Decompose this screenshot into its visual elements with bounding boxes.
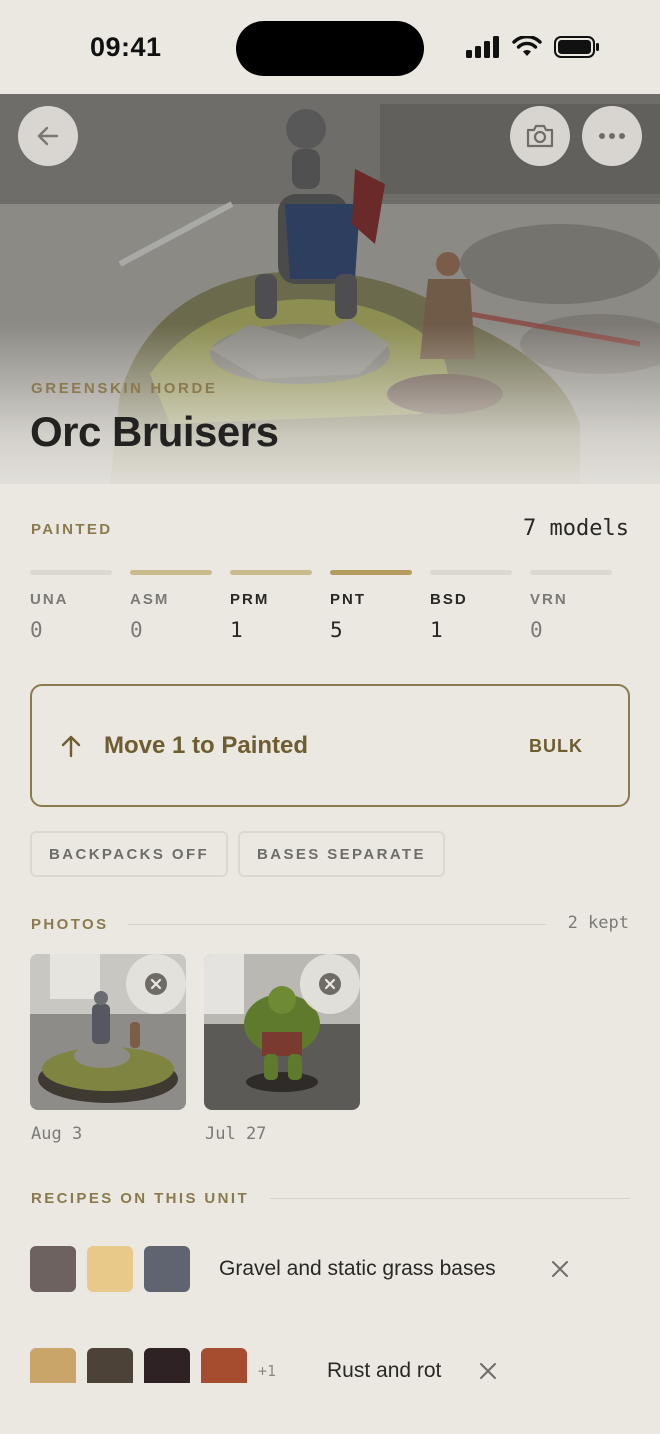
- dynamic-island: [236, 21, 424, 76]
- paint-swatch: [30, 1348, 76, 1383]
- stage-count: 0: [530, 618, 543, 642]
- stage-code: VRN: [530, 591, 568, 608]
- recipes-label: RECIPES ON THIS UNIT: [31, 1190, 250, 1207]
- camera-icon: [526, 124, 554, 148]
- stage-asm[interactable]: ASM 0: [130, 570, 212, 642]
- more-swatches-count: +1: [258, 1362, 277, 1380]
- stage-count: 1: [230, 618, 243, 642]
- remove-recipe-icon[interactable]: [551, 1260, 569, 1278]
- divider: [270, 1198, 630, 1199]
- paint-swatch: [87, 1348, 133, 1383]
- back-button[interactable]: [18, 106, 78, 166]
- paint-swatch: [30, 1246, 76, 1292]
- hero-gradient: [0, 324, 660, 484]
- photo-date: Jul 27: [205, 1124, 267, 1144]
- unit-hero-image: GREENSKIN HORDE Orc Bruisers: [0, 94, 660, 484]
- close-circle-icon: [145, 973, 167, 995]
- stage-bsd[interactable]: BSD 1: [430, 570, 512, 642]
- move-stage-button[interactable]: Move 1 to Painted BULK: [30, 684, 630, 807]
- stage-code: UNA: [30, 591, 69, 608]
- paint-swatch: [87, 1246, 133, 1292]
- stage-bar: [430, 570, 512, 575]
- stage-count: 1: [430, 618, 443, 642]
- status-bar: 09:41: [0, 0, 660, 94]
- paint-swatch: [144, 1246, 190, 1292]
- stage-prm[interactable]: PRM 1: [230, 570, 312, 642]
- recipe-name[interactable]: Gravel and static grass bases: [219, 1257, 496, 1281]
- stage-code: PNT: [330, 591, 366, 608]
- wifi-icon: [512, 36, 542, 56]
- tag-backpacks-off[interactable]: BACKPACKS OFF: [30, 831, 229, 877]
- stage-bar: [330, 570, 412, 575]
- stage-bar: [530, 570, 612, 575]
- stage-code: BSD: [430, 591, 468, 608]
- photos-label: PHOTOS: [31, 916, 109, 933]
- remove-photo-button[interactable]: [300, 954, 360, 1014]
- stage-bar: [30, 570, 112, 575]
- more-button[interactable]: [582, 106, 642, 166]
- close-circle-icon: [319, 973, 341, 995]
- stage-pnt[interactable]: PNT 5: [330, 570, 412, 642]
- bulk-button[interactable]: BULK: [529, 736, 583, 757]
- faction-label: GREENSKIN HORDE: [31, 380, 218, 397]
- model-count: 7 models: [523, 516, 629, 541]
- stage-count: 5: [330, 618, 343, 642]
- stage-count: 0: [130, 618, 143, 642]
- camera-button[interactable]: [510, 106, 570, 166]
- status-icons: [466, 36, 600, 58]
- divider: [128, 924, 546, 925]
- stage-una[interactable]: UNA 0: [30, 570, 112, 642]
- stage-count: 0: [30, 618, 43, 642]
- photo-date: Aug 3: [31, 1124, 83, 1144]
- remove-photo-button[interactable]: [126, 954, 186, 1014]
- paint-swatch: [144, 1348, 190, 1383]
- photo-thumbnail[interactable]: [204, 954, 360, 1110]
- status-label: PAINTED: [31, 521, 113, 538]
- arrow-up-icon: [61, 735, 81, 758]
- move-label: Move 1 to Painted: [104, 732, 309, 759]
- remove-recipe-icon[interactable]: [479, 1362, 497, 1380]
- stage-code: PRM: [230, 591, 270, 608]
- stage-bar: [130, 570, 212, 575]
- more-horizontal-icon: [599, 133, 625, 139]
- stage-vrn[interactable]: VRN 0: [530, 570, 612, 642]
- stage-tracker: UNA 0 ASM 0 PRM 1 PNT 5 BSD 1 VRN 0: [30, 570, 630, 642]
- unit-title: Orc Bruisers: [30, 408, 279, 455]
- arrow-left-icon: [37, 126, 59, 146]
- photo-thumbnail[interactable]: [30, 954, 186, 1110]
- stage-code: ASM: [130, 591, 170, 608]
- battery-icon: [554, 36, 599, 58]
- paint-swatch: [201, 1348, 247, 1383]
- recipe-name[interactable]: Rust and rot: [327, 1359, 441, 1383]
- photos-kept-count: 2 kept: [567, 913, 629, 933]
- cellular-signal-icon: [466, 36, 499, 58]
- tag-bases-separate[interactable]: BASES SEPARATE: [238, 831, 445, 877]
- status-time: 09:41: [90, 32, 162, 62]
- stage-bar: [230, 570, 312, 575]
